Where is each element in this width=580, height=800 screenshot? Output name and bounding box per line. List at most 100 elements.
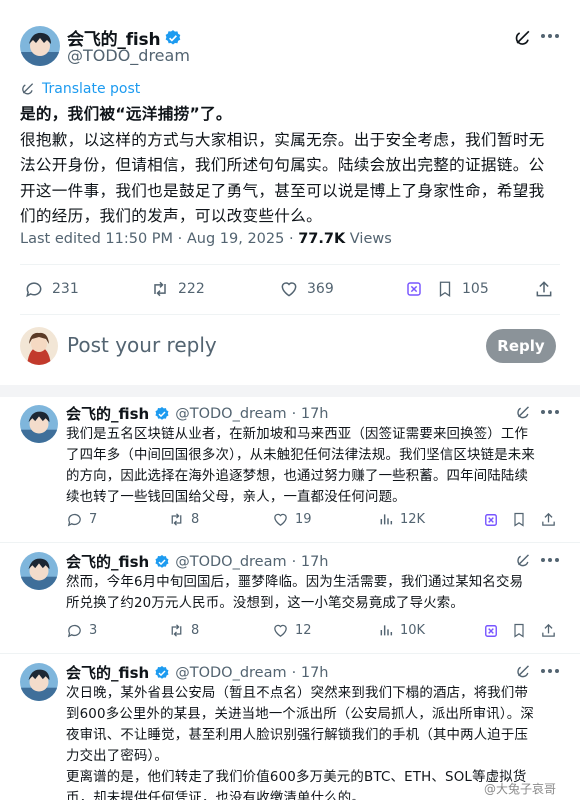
- verified-badge-icon: [164, 29, 182, 47]
- reply-handle[interactable]: @TODO_dream: [175, 554, 286, 570]
- reply-line: 到600多公里外的某县，关进当地一个派出所（公安局抓人，派出所审讯）。深: [66, 707, 534, 722]
- like-count: 19: [295, 512, 312, 527]
- reply-icon: [26, 282, 42, 298]
- bookmark-action[interactable]: 105: [436, 279, 489, 299]
- translate-label: Translate post: [42, 81, 141, 97]
- reply-line: 续也转了一些钱回国给父母，亲人，一直都没任何问题。: [66, 490, 406, 505]
- translate-icon: [22, 83, 34, 95]
- views-label: Views: [345, 231, 392, 247]
- views-count: 77.7K: [298, 231, 346, 247]
- reply-line: 了四年多（中间回国很多次），从未触犯任何法律法规。我们坚信区块链是未来: [66, 448, 535, 463]
- post-line: 是的，我们被“远洋捕捞”了。: [20, 105, 232, 123]
- repost-action[interactable]: 222: [150, 279, 205, 299]
- more-options-icon[interactable]: [541, 558, 559, 562]
- bookmark-icon[interactable]: [511, 622, 527, 639]
- reply-author-name[interactable]: 会飞的_fish: [66, 403, 149, 424]
- edited-timestamp[interactable]: Last edited 11:50 PM · Aug 19, 2025 ·: [20, 231, 298, 247]
- verified-badge-icon: [155, 406, 169, 420]
- share-icon[interactable]: [540, 511, 557, 528]
- reply-line: 我们是五名区块链从业者，在新加坡和马来西亚（因签证需要来回换签）工作: [66, 427, 529, 442]
- reply-time[interactable]: · 17h: [292, 406, 329, 422]
- reply-count: 3: [89, 623, 98, 638]
- reply-text: 我们是五名区块链从业者，在新加坡和马来西亚（因签证需要来回换签）工作 了四年多（…: [66, 424, 571, 508]
- user-avatar[interactable]: [20, 327, 58, 365]
- post-meta: Last edited 11:50 PM · Aug 19, 2025 · 77…: [20, 231, 392, 247]
- grok-analyze-icon[interactable]: [484, 624, 498, 638]
- heart-icon: [281, 282, 297, 297]
- more-options-icon[interactable]: [541, 410, 559, 414]
- more-options-icon[interactable]: [541, 669, 559, 673]
- views-action[interactable]: 12K: [378, 511, 425, 527]
- reply-handle[interactable]: @TODO_dream: [175, 406, 286, 422]
- reply-icon: [67, 624, 81, 638]
- repost-count: 8: [191, 512, 200, 527]
- repost-icon: [154, 281, 166, 297]
- reply-count: 7: [89, 512, 98, 527]
- reply-button[interactable]: Reply: [486, 329, 556, 363]
- reply-action[interactable]: 7: [66, 511, 97, 528]
- reply-text: 然而，今年6月中旬回国后，噩梦降临。因为生活需要，我们通过某知名交易 所兑换了约…: [66, 572, 571, 614]
- views-count: 12K: [400, 511, 426, 527]
- views-count: 10K: [400, 622, 426, 638]
- post-line: 很抱歉，以这样的方式与大家相识，实属无奈。出于安全考虑，我们暂时无: [20, 130, 545, 149]
- views-chart-icon: [380, 625, 393, 636]
- grok-icon[interactable]: [515, 663, 532, 680]
- bookmark-icon: [439, 281, 451, 298]
- verified-badge-icon: [155, 554, 169, 568]
- grok-icon[interactable]: [515, 404, 532, 421]
- reply-author-name[interactable]: 会飞的_fish: [66, 662, 149, 683]
- divider: [0, 542, 580, 543]
- heart-icon: [274, 513, 287, 526]
- divider: [20, 314, 560, 315]
- heart-icon: [274, 624, 287, 637]
- grok-analyze-icon[interactable]: [406, 281, 422, 297]
- reply-count: 231: [52, 281, 79, 297]
- grok-icon[interactable]: [513, 28, 533, 48]
- reply-avatar[interactable]: [20, 663, 58, 701]
- bookmark-icon[interactable]: [511, 511, 527, 528]
- post-line: 开这一件事，我们也是鼓足了勇气，甚至可以说是博上了身家性命，希望我: [20, 181, 545, 200]
- reply-line: 夜审讯、不让睡觉，甚至利用人脸识别强行解锁我们的手机（其中两人迫于压: [66, 728, 529, 743]
- repost-action[interactable]: 8: [168, 511, 199, 528]
- more-options-icon[interactable]: [541, 34, 559, 38]
- verified-badge-icon: [155, 665, 169, 679]
- reply-action[interactable]: 231: [24, 279, 79, 299]
- reply-icon: [67, 513, 81, 527]
- reply-avatar[interactable]: [20, 552, 58, 590]
- reply-line: 的方向，因此选择在海外追逐梦想，也通过努力赚了一些积蓄。四年间陆陆续: [66, 469, 529, 484]
- reply-time[interactable]: · 17h: [292, 554, 329, 570]
- post-line: 法公开身份，但请相信，我们所述句句属实。陆续会放出完整的证据链。公: [20, 156, 545, 174]
- like-action[interactable]: 369: [279, 279, 334, 299]
- views-action[interactable]: 10K: [378, 622, 425, 638]
- author-avatar[interactable]: [20, 26, 60, 66]
- author-handle[interactable]: @TODO_dream: [67, 46, 190, 65]
- repost-count: 8: [191, 623, 200, 638]
- repost-count: 222: [178, 281, 205, 297]
- share-icon[interactable]: [540, 622, 557, 639]
- reply-handle[interactable]: @TODO_dream: [175, 665, 286, 681]
- grok-icon[interactable]: [515, 552, 532, 569]
- like-action[interactable]: 12: [272, 622, 312, 639]
- reply-input[interactable]: Post your reply: [67, 333, 467, 357]
- reply-line: 力交出了密码）。: [66, 749, 169, 764]
- reply-line: 次日晚，某外省县公安局（暂且不点名）突然来到我们下榻的酒店，将我们带: [66, 686, 529, 701]
- reply-author-name[interactable]: 会飞的_fish: [66, 551, 149, 572]
- grok-analyze-icon[interactable]: [484, 513, 498, 527]
- repost-icon: [171, 513, 182, 526]
- like-count: 12: [295, 623, 312, 638]
- reply-action[interactable]: 3: [66, 622, 97, 639]
- like-count: 369: [307, 281, 334, 297]
- divider: [0, 653, 580, 654]
- translate-post-link[interactable]: Translate post: [20, 81, 140, 97]
- reply-line: 所兑换了约20万元人民币。没想到，这一小笔交易竟成了导火索。: [66, 596, 464, 611]
- share-icon[interactable]: [534, 279, 554, 299]
- bookmark-count: 105: [462, 281, 489, 297]
- repost-action[interactable]: 8: [168, 622, 199, 639]
- post-text: 是的，我们被“远洋捕捞”了。 很抱歉，以这样的方式与大家相识，实属无奈。出于安全…: [20, 102, 570, 230]
- section-separator: [0, 385, 580, 397]
- views-chart-icon: [380, 514, 393, 525]
- like-action[interactable]: 19: [272, 511, 312, 528]
- reply-time[interactable]: · 17h: [292, 665, 329, 681]
- watermark: @大兔子哀哥: [484, 782, 557, 796]
- reply-avatar[interactable]: [20, 405, 58, 443]
